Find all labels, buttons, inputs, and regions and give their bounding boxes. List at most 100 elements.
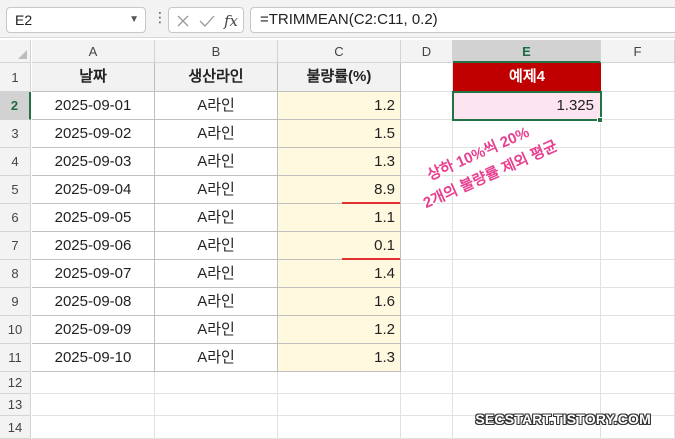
defect-rate-cell[interactable]: 8.9 <box>278 176 401 204</box>
row-header-4[interactable]: 4 <box>0 148 31 176</box>
row-header-9[interactable]: 9 <box>0 288 31 316</box>
row-header-8[interactable]: 8 <box>0 260 31 288</box>
row-header-2[interactable]: 2 <box>0 92 31 120</box>
grid-cell[interactable] <box>601 344 675 372</box>
line-cell[interactable]: A라인 <box>155 204 278 232</box>
row-header-13[interactable]: 13 <box>0 394 31 416</box>
grid-cell[interactable] <box>401 288 453 316</box>
row-header-6[interactable]: 6 <box>0 204 31 232</box>
date-cell[interactable]: 2025-09-06 <box>32 232 155 260</box>
row-header-12[interactable]: 12 <box>0 372 31 394</box>
header-cell-date[interactable]: 날짜 <box>32 63 155 92</box>
defect-rate-cell[interactable]: 1.3 <box>278 148 401 176</box>
defect-rate-cell[interactable]: 1.4 <box>278 260 401 288</box>
grid-cell[interactable] <box>601 92 675 120</box>
line-cell[interactable]: A라인 <box>155 316 278 344</box>
grid-cell[interactable] <box>401 120 453 148</box>
grid-cell[interactable] <box>401 92 453 120</box>
date-cell[interactable]: 2025-09-05 <box>32 204 155 232</box>
grid-cell[interactable] <box>601 316 675 344</box>
grid-cell[interactable] <box>155 416 278 439</box>
row-header-11[interactable]: 11 <box>0 344 31 372</box>
grid-cell[interactable] <box>401 344 453 372</box>
row-header-14[interactable]: 14 <box>0 416 31 439</box>
defect-rate-cell[interactable]: 0.1 <box>278 232 401 260</box>
row-header-1[interactable]: 1 <box>0 63 31 92</box>
formula-input[interactable]: =TRIMMEAN(C2:C11, 0.2) <box>250 7 675 33</box>
grid-cell[interactable] <box>453 372 601 394</box>
defect-rate-cell[interactable]: 1.5 <box>278 120 401 148</box>
line-cell[interactable]: A라인 <box>155 288 278 316</box>
grid-cell[interactable] <box>278 372 401 394</box>
grid-cell[interactable] <box>453 344 601 372</box>
insert-function-icon[interactable]: fx <box>221 11 241 31</box>
grid-cell[interactable] <box>453 260 601 288</box>
example-title-cell[interactable]: 예제4 <box>453 63 601 92</box>
grid-cell[interactable] <box>453 232 601 260</box>
line-cell[interactable]: A라인 <box>155 260 278 288</box>
grid-cell[interactable] <box>401 372 453 394</box>
grid-cell[interactable] <box>453 204 601 232</box>
line-cell[interactable]: A라인 <box>155 232 278 260</box>
grid-cell[interactable] <box>601 372 675 394</box>
grid-cell[interactable] <box>401 260 453 288</box>
grid-cell[interactable] <box>601 63 675 92</box>
result-cell-e2[interactable]: 1.325 <box>452 91 602 121</box>
grid-cell[interactable] <box>601 148 675 176</box>
column-header-b[interactable]: B <box>155 40 278 63</box>
grid-cell[interactable] <box>401 394 453 416</box>
grid-cell[interactable] <box>601 260 675 288</box>
date-cell[interactable]: 2025-09-03 <box>32 148 155 176</box>
cancel-icon[interactable] <box>173 11 193 31</box>
grid-cell[interactable] <box>601 288 675 316</box>
grid-cell[interactable] <box>601 176 675 204</box>
grid-cell[interactable] <box>401 232 453 260</box>
column-header-d[interactable]: D <box>401 40 453 63</box>
date-cell[interactable]: 2025-09-09 <box>32 316 155 344</box>
grid-cell[interactable] <box>401 416 453 439</box>
line-cell[interactable]: A라인 <box>155 92 278 120</box>
grid-cell[interactable] <box>401 63 453 92</box>
header-cell-line[interactable]: 생산라인 <box>155 63 278 92</box>
grid-cell[interactable] <box>32 394 155 416</box>
column-header-f[interactable]: F <box>601 40 675 63</box>
line-cell[interactable]: A라인 <box>155 120 278 148</box>
defect-rate-cell[interactable]: 1.6 <box>278 288 401 316</box>
defect-rate-cell[interactable]: 1.2 <box>278 316 401 344</box>
grid-cell[interactable] <box>278 394 401 416</box>
fill-handle[interactable] <box>597 117 603 123</box>
grid-cell[interactable] <box>155 394 278 416</box>
row-header-7[interactable]: 7 <box>0 232 31 260</box>
date-cell[interactable]: 2025-09-04 <box>32 176 155 204</box>
row-header-3[interactable]: 3 <box>0 120 31 148</box>
name-box[interactable]: E2 ▼ <box>6 7 146 33</box>
date-cell[interactable]: 2025-09-07 <box>32 260 155 288</box>
date-cell[interactable]: 2025-09-02 <box>32 120 155 148</box>
column-header-c[interactable]: C <box>278 40 401 63</box>
row-header-10[interactable]: 10 <box>0 316 31 344</box>
date-cell[interactable]: 2025-09-10 <box>32 344 155 372</box>
line-cell[interactable]: A라인 <box>155 176 278 204</box>
defect-rate-cell[interactable]: 1.2 <box>278 92 401 120</box>
select-all-corner[interactable] <box>0 40 31 63</box>
line-cell[interactable]: A라인 <box>155 344 278 372</box>
grid-cell[interactable] <box>453 288 601 316</box>
defect-rate-cell[interactable]: 1.1 <box>278 204 401 232</box>
date-cell[interactable]: 2025-09-01 <box>32 92 155 120</box>
grid-cell[interactable] <box>601 232 675 260</box>
column-header-e[interactable]: E <box>453 40 601 63</box>
header-cell-defect-rate[interactable]: 불량률(%) <box>278 63 401 92</box>
grid-cell[interactable] <box>601 204 675 232</box>
grid-cell[interactable] <box>32 416 155 439</box>
grid-cell[interactable] <box>155 372 278 394</box>
date-cell[interactable]: 2025-09-08 <box>32 288 155 316</box>
more-options-icon[interactable]: ⋮ <box>153 9 167 26</box>
grid-cell[interactable] <box>401 316 453 344</box>
grid-cell[interactable] <box>453 316 601 344</box>
defect-rate-cell[interactable]: 1.3 <box>278 344 401 372</box>
enter-check-icon[interactable] <box>197 11 217 31</box>
column-header-a[interactable]: A <box>32 40 155 63</box>
grid-cell[interactable] <box>278 416 401 439</box>
chevron-down-icon[interactable]: ▼ <box>129 8 139 32</box>
grid-cell[interactable] <box>601 120 675 148</box>
